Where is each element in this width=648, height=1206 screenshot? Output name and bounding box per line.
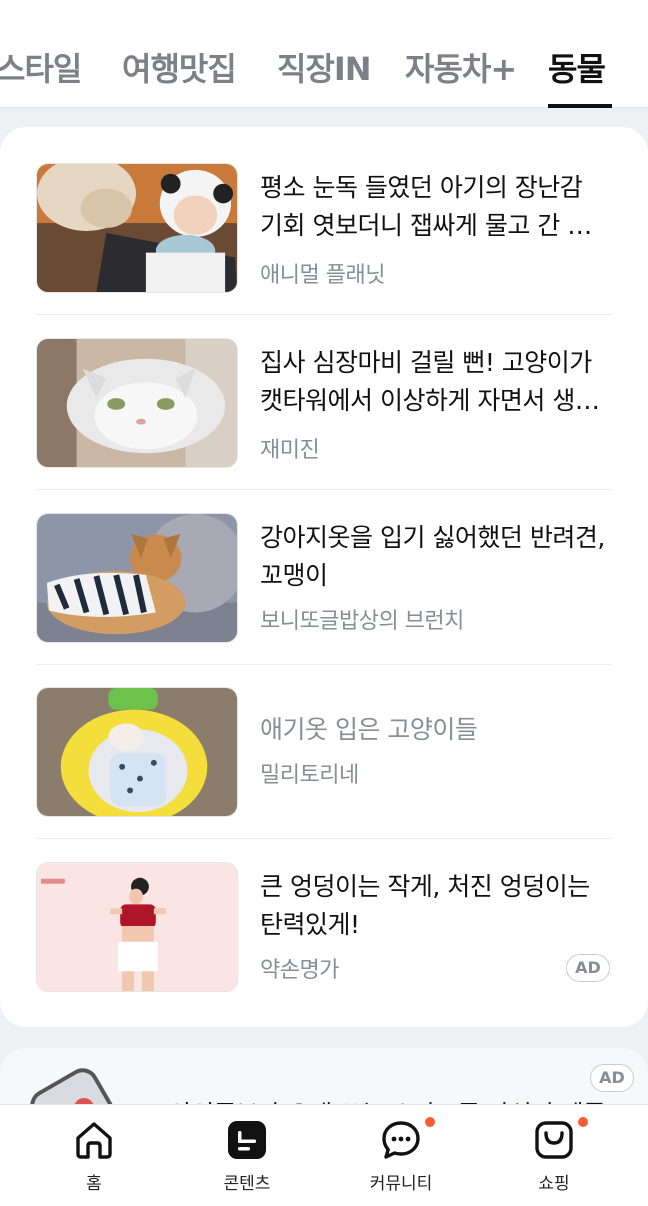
nav-label: 홈 — [86, 1174, 102, 1194]
item-title: 평소 눈독 들였던 아기의 장난감 기회 엿보더니 잽싸게 물고 간 댕댕이 — [260, 173, 590, 240]
ad-badge: AD — [566, 954, 610, 982]
nav-shopping[interactable]: 쇼핑 — [494, 1105, 614, 1206]
nav-label: 커뮤니티 — [369, 1174, 433, 1194]
thumbnail-image — [36, 513, 238, 643]
thumbnail-image — [36, 862, 238, 992]
item-source: 재미진 — [260, 438, 320, 463]
contents-icon — [226, 1119, 268, 1161]
thumbnail-image — [36, 338, 238, 468]
item-title: 큰 엉덩이는 작게, 처진 엉덩이는 탄력있게! — [260, 872, 590, 939]
notification-dot — [425, 1117, 435, 1127]
home-icon — [73, 1119, 115, 1161]
divider — [36, 838, 612, 839]
thumbnail-image — [36, 687, 238, 817]
feed-item[interactable]: 강아지옷을 입기 싫어했던 반려견, 꼬맹이 보니또글밥상의 브런치 — [36, 513, 612, 643]
feed-item[interactable]: 집사 심장마비 걸릴 뻔! 고양이가 캣타워에서 이상하게 자면서 생긴 일 재… — [36, 338, 612, 468]
nav-label: 쇼핑 — [538, 1174, 570, 1194]
item-title: 애기옷 입은 고양이들 — [260, 715, 478, 744]
tab-car[interactable]: 자동차+ — [405, 44, 517, 90]
shopping-bag-icon — [533, 1119, 575, 1161]
item-source: 밀리토리네 — [260, 763, 359, 788]
divider — [36, 489, 612, 490]
category-tabs: 스타일 여행맛집 직장IN 자동차+ 동물 — [0, 0, 648, 108]
tab-style[interactable]: 스타일 — [0, 44, 82, 90]
tab-work[interactable]: 직장IN — [277, 44, 372, 90]
item-source: 약손명가 — [260, 958, 339, 983]
thumbnail-image — [36, 163, 238, 293]
chat-bubble-icon — [380, 1119, 422, 1161]
divider — [36, 314, 612, 315]
item-title: 강아지옷을 입기 싫어했던 반려견, 꼬맹이 — [260, 523, 605, 590]
nav-contents[interactable]: 콘텐츠 — [187, 1105, 307, 1206]
nav-community[interactable]: 커뮤니티 — [341, 1105, 461, 1206]
active-tab-indicator — [548, 104, 612, 108]
nav-label: 콘텐츠 — [223, 1174, 271, 1194]
tab-animal[interactable]: 동물 — [548, 44, 606, 90]
nav-home[interactable]: 홈 — [34, 1105, 154, 1206]
feed-item[interactable]: 평소 눈독 들였던 아기의 장난감 기회 엿보더니 잽싸게 물고 간 댕댕이 애… — [36, 163, 612, 293]
tab-travel-food[interactable]: 여행맛집 — [122, 44, 237, 90]
bottom-navigation: 홈 콘텐츠 커뮤니티 쇼핑 — [0, 1104, 648, 1206]
feed-item[interactable]: 애기옷 입은 고양이들 밀리토리네 — [36, 687, 612, 817]
item-source: 보니또글밥상의 브런치 — [260, 609, 464, 634]
feed-card: 평소 눈독 들였던 아기의 장난감 기회 엿보더니 잽싸게 물고 간 댕댕이 애… — [0, 127, 648, 1027]
item-title: 집사 심장마비 걸릴 뻔! 고양이가 캣타워에서 이상하게 자면서 생긴 일 — [260, 348, 598, 415]
item-source: 애니멀 플래닛 — [260, 263, 385, 288]
feed-item-ad[interactable]: 큰 엉덩이는 작게, 처진 엉덩이는 탄력있게! 약손명가 AD — [36, 862, 612, 992]
ad-badge: AD — [590, 1064, 634, 1092]
divider — [36, 664, 612, 665]
notification-dot — [578, 1117, 588, 1127]
